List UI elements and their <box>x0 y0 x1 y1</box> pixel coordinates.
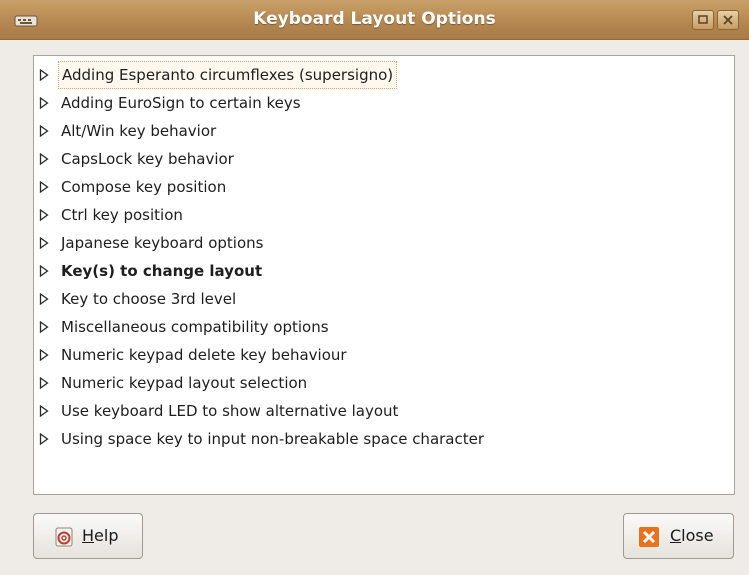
tree-item[interactable]: Alt/Win key behavior <box>34 117 734 145</box>
expander-arrow-icon[interactable] <box>39 321 49 333</box>
tree-item-label: Ctrl key position <box>61 206 183 224</box>
tree-item-label: Key(s) to change layout <box>61 262 263 280</box>
tree-item-label: Numeric keypad layout selection <box>61 374 308 392</box>
tree-item-label: Using space key to input non-breakable s… <box>61 430 485 448</box>
expander-arrow-icon[interactable] <box>39 125 49 137</box>
tree-item-label: Japanese keyboard options <box>61 234 264 252</box>
expander-arrow-icon[interactable] <box>39 349 49 361</box>
maximize-button[interactable] <box>692 10 714 30</box>
expander-arrow-icon[interactable] <box>39 69 49 81</box>
tree-item-label: Numeric keypad delete key behaviour <box>61 346 347 364</box>
tree-item[interactable]: Use keyboard LED to show alternative lay… <box>34 397 734 425</box>
expander-arrow-icon[interactable] <box>39 97 49 109</box>
tree-item-label: CapsLock key behavior <box>61 150 234 168</box>
expander-arrow-icon[interactable] <box>39 377 49 389</box>
tree-item[interactable]: Numeric keypad layout selection <box>34 369 734 397</box>
expander-arrow-icon[interactable] <box>39 265 49 277</box>
tree-item[interactable]: Adding EuroSign to certain keys <box>34 89 734 117</box>
tree-item[interactable]: Japanese keyboard options <box>34 229 734 257</box>
maximize-icon <box>698 15 708 24</box>
expander-arrow-icon[interactable] <box>39 433 49 445</box>
help-button[interactable]: Help <box>33 513 143 559</box>
expander-arrow-icon[interactable] <box>39 209 49 221</box>
tree-item-label: Miscellaneous compatibility options <box>61 318 329 336</box>
title-bar[interactable]: Keyboard Layout Options <box>0 0 749 40</box>
help-icon <box>55 527 73 547</box>
tree-item[interactable]: Miscellaneous compatibility options <box>34 313 734 341</box>
expander-arrow-icon[interactable] <box>39 293 49 305</box>
close-label: Close <box>670 526 714 545</box>
tree-item[interactable]: Key to choose 3rd level <box>34 285 734 313</box>
expander-arrow-icon[interactable] <box>39 181 49 193</box>
close-icon <box>723 15 733 25</box>
tree-item-label: Key to choose 3rd level <box>61 290 237 308</box>
expander-arrow-icon[interactable] <box>39 237 49 249</box>
tree-item[interactable]: CapsLock key behavior <box>34 145 734 173</box>
expander-arrow-icon[interactable] <box>39 153 49 165</box>
window-title: Keyboard Layout Options <box>253 9 496 29</box>
window-close-button[interactable] <box>717 10 739 30</box>
tree-item[interactable]: Numeric keypad delete key behaviour <box>34 341 734 369</box>
tree-item-label: Compose key position <box>61 178 227 196</box>
close-icon <box>639 527 659 547</box>
close-button[interactable]: Close <box>623 513 734 559</box>
tree-item[interactable]: Ctrl key position <box>34 201 734 229</box>
tree-item-label: Adding Esperanto circumflexes (supersign… <box>58 61 398 89</box>
tree-item-label: Use keyboard LED to show alternative lay… <box>61 402 399 420</box>
tree-item[interactable]: Compose key position <box>34 173 734 201</box>
tree-item-label: Adding EuroSign to certain keys <box>61 94 301 112</box>
tree-item[interactable]: Using space key to input non-breakable s… <box>34 425 734 453</box>
help-label: Help <box>82 526 119 545</box>
tree-item[interactable]: Key(s) to change layout <box>34 257 734 285</box>
expander-arrow-icon[interactable] <box>39 405 49 417</box>
tree-item-label: Alt/Win key behavior <box>61 122 217 140</box>
options-tree[interactable]: Adding Esperanto circumflexes (supersign… <box>33 55 735 495</box>
tree-item[interactable]: Adding Esperanto circumflexes (supersign… <box>34 61 734 89</box>
